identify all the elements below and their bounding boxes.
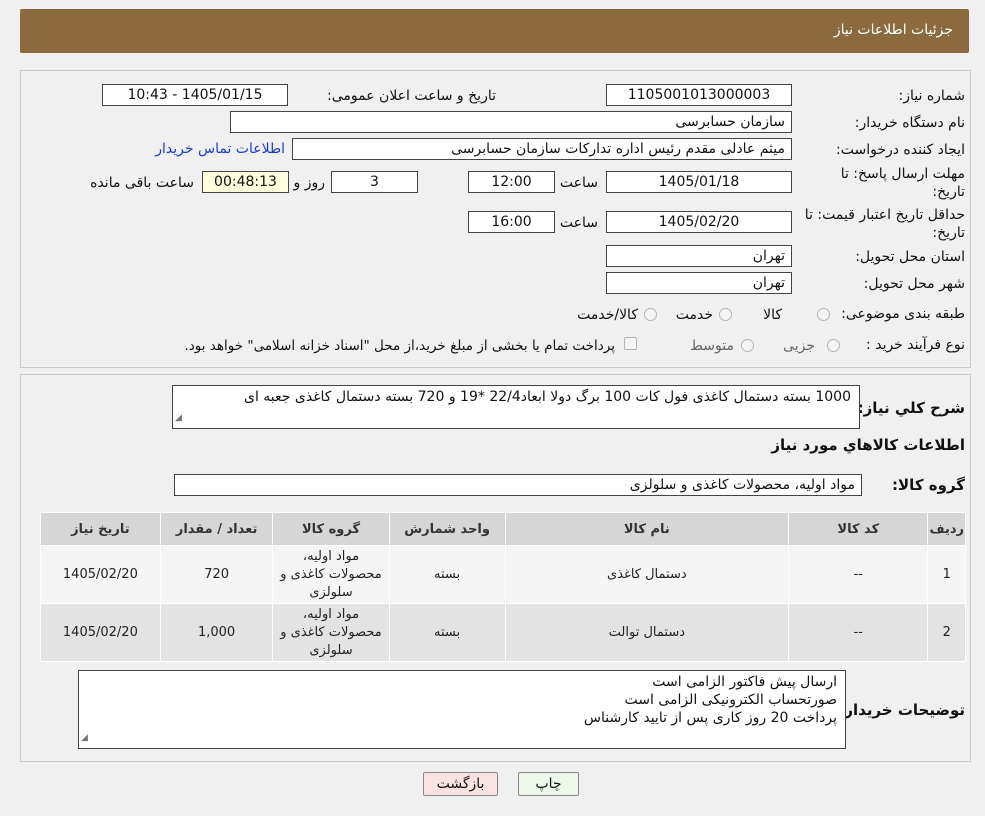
process-radio-minor[interactable]	[827, 339, 840, 352]
deadline-label-2: تاریخ:	[932, 184, 965, 200]
category-option-goods: کالا	[763, 307, 782, 323]
validity-time-field: 16:00	[468, 211, 555, 233]
cell-index: 1	[927, 545, 966, 604]
creator-label: ایجاد کننده درخواست:	[836, 142, 965, 158]
deadline-time-label: ساعت	[559, 175, 598, 191]
validity-label: حداقل تاریخ اعتبار قیمت: تا	[804, 207, 965, 223]
col-header-group: گروه کالا	[272, 512, 390, 546]
category-label: طبقه بندی موضوعی:	[841, 306, 965, 322]
province-label: استان محل تحویل:	[855, 249, 965, 265]
buyer-org-field: سازمان حسابرسی	[230, 111, 792, 133]
validity-label-2: تاریخ:	[932, 225, 965, 241]
cell-index: 2	[927, 603, 966, 662]
resize-handle-icon[interactable]: ◢	[81, 729, 88, 747]
process-option-medium: متوسط	[690, 338, 734, 354]
remaining-time-field: 00:48:13	[202, 171, 289, 193]
need-info-panel: شماره نیاز: 1105001013000003 تاریخ و ساع…	[20, 70, 971, 368]
announce-label: تاریخ و ساعت اعلان عمومی:	[327, 88, 496, 104]
cell-group: مواد اولیه، محصولات کاغذی و سلولزی	[272, 603, 390, 662]
description-label: شرح کلي نياز:	[857, 399, 965, 417]
col-header-unit: واحد شمارش	[388, 512, 506, 546]
col-header-name: نام کالا	[504, 512, 790, 546]
cell-group: مواد اولیه، محصولات کاغذی و سلولزی	[272, 545, 390, 604]
goods-group-label: گروه کالا:	[892, 476, 965, 494]
category-radio-goods-service[interactable]	[644, 308, 657, 321]
process-radio-medium[interactable]	[741, 339, 754, 352]
category-radio-goods[interactable]	[817, 308, 830, 321]
resize-handle-icon[interactable]: ◢	[175, 409, 182, 427]
need-details-panel: شرح کلي نياز: 1000 بسته دستمال کاغذی فول…	[20, 374, 971, 762]
cell-date: 1405/02/20	[40, 545, 161, 604]
category-option-service: خدمت	[675, 307, 713, 323]
category-option-goods-service: کالا/خدمت	[577, 307, 638, 323]
col-header-qty: تعداد / مقدار	[159, 512, 274, 546]
treasury-checkbox[interactable]	[624, 337, 637, 350]
goods-group-field: مواد اولیه، محصولات کاغذی و سلولزی	[174, 474, 862, 496]
deadline-time-field: 12:00	[468, 171, 555, 193]
deadline-label: مهلت ارسال پاسخ: تا	[840, 166, 965, 182]
process-label: نوع فرآیند خرید :	[866, 337, 965, 353]
goods-table: رديف کد کالا نام کالا واحد شمارش گروه کا…	[40, 512, 966, 662]
validity-date-field: 1405/02/20	[606, 211, 792, 233]
description-textarea: 1000 بسته دستمال کاغذی فول کات 100 برگ د…	[172, 385, 860, 429]
remaining-label: ساعت باقی مانده	[90, 175, 194, 191]
cell-date: 1405/02/20	[40, 603, 161, 662]
validity-time-label: ساعت	[559, 215, 598, 231]
province-field: تهران	[606, 245, 792, 267]
buyer-notes-label: توضیحات خریدار:	[838, 701, 965, 719]
announce-field: 1405/01/15 - 10:43	[102, 84, 288, 106]
buyer-note-line: ارسال پیش فاکتور الزامی است	[652, 674, 837, 690]
cell-unit: بسته	[388, 545, 506, 604]
city-field: تهران	[606, 272, 792, 294]
creator-field: میثم عادلی مقدم رئیس اداره تدارکات سازما…	[292, 138, 792, 160]
page-title: جزئیات اطلاعات نیاز	[833, 22, 953, 38]
back-button[interactable]: بازگشت	[423, 772, 498, 796]
buyer-org-label: نام دستگاه خریدار:	[854, 115, 965, 131]
cell-unit: بسته	[388, 603, 506, 662]
deadline-date-field: 1405/01/18	[606, 171, 792, 193]
col-header-code: کد کالا	[788, 512, 929, 546]
print-button[interactable]: چاپ	[518, 772, 579, 796]
buyer-notes-textarea: ارسال پیش فاکتور الزامی است صورتحساب الک…	[78, 670, 846, 749]
cell-name: دستمال توالت	[504, 603, 790, 662]
cell-code: --	[788, 603, 929, 662]
category-radio-service[interactable]	[719, 308, 732, 321]
page-header: جزئیات اطلاعات نیاز	[20, 9, 969, 53]
col-header-date: تاريخ نياز	[40, 512, 161, 546]
buyer-note-line: پرداخت 20 روز کاری پس از تایید کارشناس	[583, 710, 837, 726]
need-number-label: شماره نیاز:	[898, 88, 966, 104]
buyer-contact-link[interactable]: اطلاعات تماس خریدار	[155, 141, 285, 157]
payment-note: پرداخت تمام یا بخشی از مبلغ خرید،از محل …	[184, 338, 615, 354]
cell-qty: 720	[159, 545, 274, 604]
cell-name: دستمال کاغذی	[504, 545, 790, 604]
description-text: 1000 بسته دستمال کاغذی فول کات 100 برگ د…	[244, 389, 851, 405]
need-number-field: 1105001013000003	[606, 84, 792, 106]
cell-qty: 1,000	[159, 603, 274, 662]
cell-code: --	[788, 545, 929, 604]
table-header-row: رديف کد کالا نام کالا واحد شمارش گروه کا…	[40, 512, 966, 546]
process-option-minor: جزیی	[783, 338, 815, 354]
days-label: روز و	[293, 175, 326, 191]
table-row: 1 -- دستمال کاغذی بسته مواد اولیه، محصول…	[40, 545, 966, 604]
goods-info-title: اطلاعات کالاهاي مورد نياز	[771, 436, 965, 454]
col-header-index: رديف	[927, 512, 966, 546]
table-row: 2 -- دستمال توالت بسته مواد اولیه، محصول…	[40, 603, 966, 662]
buyer-note-line: صورتحساب الکترونیکی الزامی است	[624, 692, 837, 708]
city-label: شهر محل تحویل:	[863, 276, 965, 292]
days-field: 3	[331, 171, 418, 193]
